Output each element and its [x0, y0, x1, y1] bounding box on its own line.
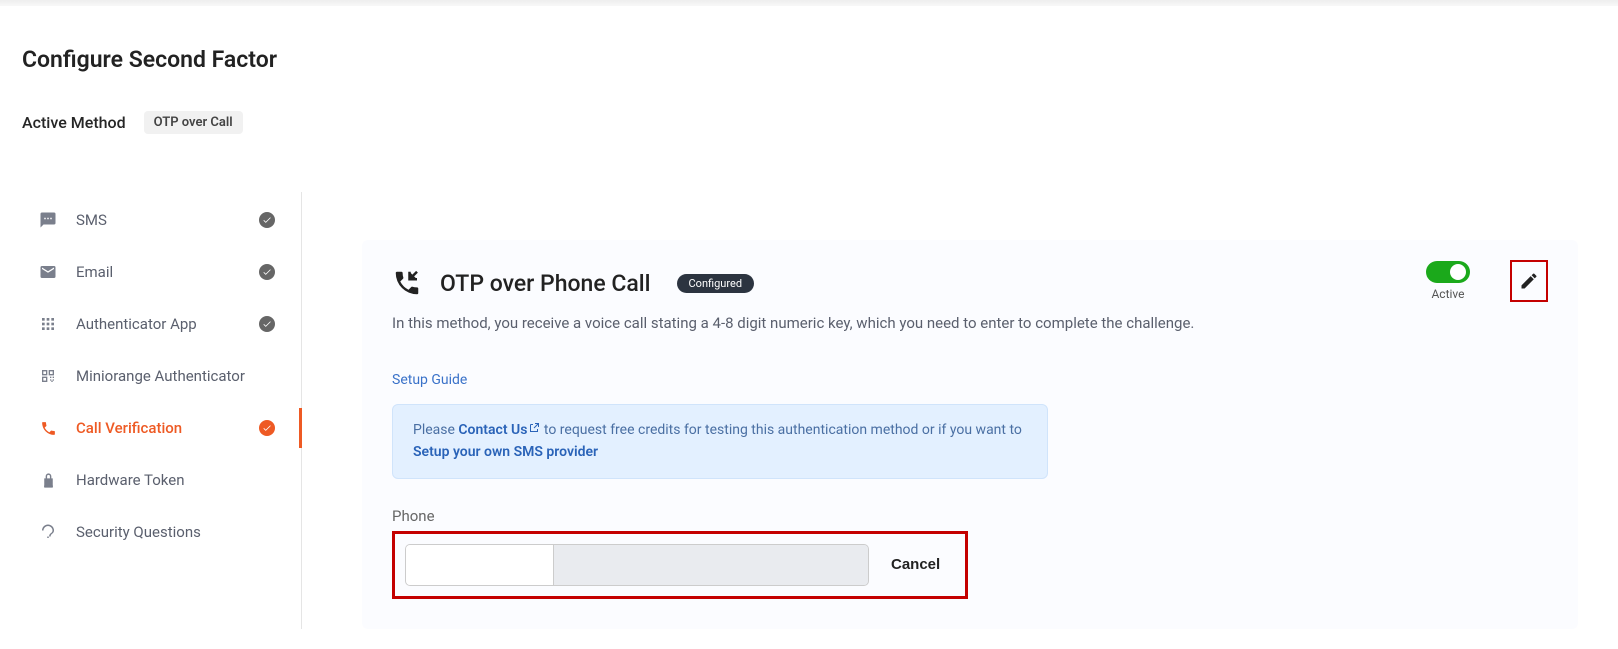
setup-sms-provider-link[interactable]: Setup your own SMS provider — [413, 444, 598, 460]
sidebar-item-call-verification[interactable]: Call Verification — [10, 402, 301, 454]
info-text-mid: to request free credits for testing this… — [540, 422, 1022, 438]
sidebar-item-hardware-token[interactable]: Hardware Token — [10, 454, 301, 506]
info-box: Please Contact Us to request free credit… — [392, 404, 1048, 479]
phone-row-highlight: Cancel — [392, 531, 968, 599]
page-header: Configure Second Factor Active Method OT… — [0, 6, 1618, 134]
token-icon — [38, 472, 58, 489]
active-toggle[interactable] — [1426, 261, 1470, 283]
sidebar-item-miniorange-authenticator[interactable]: Miniorange Authenticator — [10, 350, 301, 402]
panel-title: OTP over Phone Call — [440, 270, 651, 297]
phone-country-selector[interactable] — [406, 545, 554, 585]
content-area: SMS Email Authenticator App — [0, 192, 1618, 629]
method-sidebar: SMS Email Authenticator App — [0, 192, 302, 629]
info-text-before: Please — [413, 422, 458, 438]
contact-us-link[interactable]: Contact Us — [458, 422, 540, 438]
sidebar-item-label: SMS — [76, 211, 259, 229]
active-method-label: Active Method — [22, 113, 126, 132]
edit-button[interactable] — [1510, 260, 1548, 302]
otp-call-panel: OTP over Phone Call Configured Active In… — [362, 240, 1578, 629]
phone-number-input[interactable] — [554, 545, 868, 585]
sms-icon — [38, 211, 58, 229]
incoming-call-icon — [392, 268, 422, 298]
phone-icon — [38, 420, 58, 437]
active-method-row: Active Method OTP over Call — [22, 111, 1618, 134]
check-icon — [259, 420, 275, 436]
check-icon — [259, 264, 275, 280]
sidebar-item-email[interactable]: Email — [10, 246, 301, 298]
phone-input-group — [405, 544, 869, 586]
sidebar-item-label: Email — [76, 263, 259, 281]
page-title: Configure Second Factor — [22, 46, 1618, 73]
sidebar-item-label: Authenticator App — [76, 315, 259, 333]
check-icon — [259, 212, 275, 228]
panel-controls: Active — [1426, 260, 1548, 302]
active-toggle-wrap: Active — [1426, 261, 1470, 301]
toggle-knob — [1450, 264, 1466, 280]
cancel-button[interactable]: Cancel — [891, 556, 940, 573]
phone-label: Phone — [392, 507, 1548, 525]
sidebar-item-label: Security Questions — [76, 523, 275, 541]
sidebar-item-label: Hardware Token — [76, 471, 275, 489]
qr-icon — [38, 368, 58, 384]
panel-header: OTP over Phone Call Configured Active — [392, 268, 1548, 298]
sidebar-item-authenticator-app[interactable]: Authenticator App — [10, 298, 301, 350]
check-icon — [259, 316, 275, 332]
sidebar-item-label: Call Verification — [76, 419, 259, 437]
question-icon — [38, 523, 58, 541]
grid-icon — [38, 316, 58, 332]
active-method-badge: OTP over Call — [144, 111, 243, 134]
toggle-label: Active — [1431, 287, 1464, 301]
configured-badge: Configured — [677, 274, 755, 293]
setup-guide-link[interactable]: Setup Guide — [392, 372, 1548, 388]
panel-description: In this method, you receive a voice call… — [392, 314, 1548, 332]
main-panel-area: OTP over Phone Call Configured Active In… — [302, 192, 1618, 629]
contact-us-text: Contact Us — [458, 422, 527, 438]
sidebar-item-sms[interactable]: SMS — [10, 194, 301, 246]
sidebar-item-label: Miniorange Authenticator — [76, 367, 275, 385]
pencil-icon — [1519, 271, 1539, 291]
email-icon — [38, 263, 58, 281]
external-link-icon — [528, 419, 540, 441]
sidebar-item-security-questions[interactable]: Security Questions — [10, 506, 301, 558]
